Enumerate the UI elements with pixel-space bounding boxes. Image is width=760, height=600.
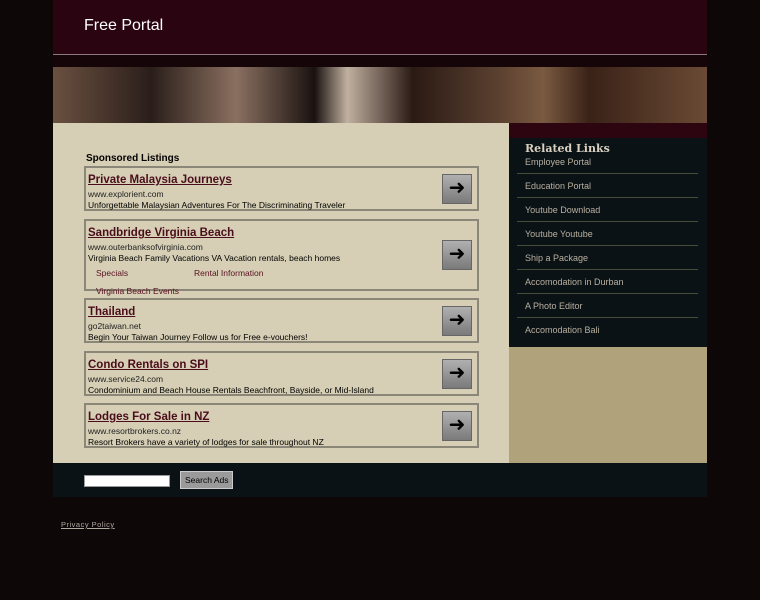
related-link[interactable]: Education Portal — [517, 179, 698, 198]
ad-listing: Thailand go2taiwan.net Begin Your Taiwan… — [84, 298, 479, 343]
ad-title-link[interactable]: Sandbridge Virginia Beach — [88, 227, 234, 239]
related-link[interactable]: A Photo Editor — [517, 299, 698, 318]
sponsored-listings: Sponsored Listings Private Malaysia Jour… — [53, 123, 509, 463]
banner-image — [53, 67, 707, 123]
ad-listing: Private Malaysia Journeys www.explorient… — [84, 166, 479, 211]
ad-url: www.resortbrokers.co.nz — [88, 426, 182, 436]
ad-description: Begin Your Taiwan Journey Follow us for … — [88, 332, 308, 342]
ad-title-link[interactable]: Lodges For Sale in NZ — [88, 411, 209, 423]
ad-description: Virginia Beach Family Vacations VA Vacat… — [88, 253, 341, 263]
ad-description: Unforgettable Malaysian Adventures For T… — [88, 200, 346, 210]
header-gap — [53, 55, 707, 67]
related-link[interactable]: Employee Portal — [517, 155, 698, 174]
ad-sublink[interactable]: Virginia Beach Events — [96, 286, 216, 296]
related-links: Related Links Employee Portal Education … — [509, 138, 707, 347]
arrow-right-icon[interactable]: ➜ — [442, 173, 472, 204]
ad-sublink[interactable]: Specials — [96, 268, 186, 278]
arrow-right-icon[interactable]: ➜ — [442, 305, 472, 336]
ad-title-link[interactable]: Thailand — [88, 306, 135, 318]
ad-url: go2taiwan.net — [88, 321, 141, 331]
arrow-right-icon[interactable]: ➜ — [442, 358, 472, 389]
related-link[interactable]: Ship a Package — [517, 251, 698, 270]
ad-title-link[interactable]: Condo Rentals on SPI — [88, 359, 208, 371]
ad-title-link[interactable]: Private Malaysia Journeys — [88, 174, 232, 186]
related-links-title: Related Links — [525, 142, 610, 155]
related-link[interactable]: Youtube Youtube — [517, 227, 698, 246]
ad-url: www.explorient.com — [88, 189, 164, 199]
sidebar-band — [509, 123, 707, 138]
search-input[interactable] — [84, 475, 170, 487]
ad-url: www.service24.com — [88, 374, 164, 384]
page-container: Free Portal Sponsored Listings Private M… — [53, 0, 707, 497]
search-bar: Search Ads — [53, 463, 707, 497]
related-link[interactable]: Youtube Download — [517, 203, 698, 222]
sidebar: Related Links Employee Portal Education … — [509, 123, 707, 463]
ad-description: Resort Brokers have a variety of lodges … — [88, 437, 324, 447]
ad-listing: Condo Rentals on SPI www.service24.com C… — [84, 351, 479, 396]
sponsored-title: Sponsored Listings — [86, 153, 180, 164]
ad-url: www.outerbanksofvirginia.com — [88, 242, 203, 252]
ad-listing: Lodges For Sale in NZ www.resortbrokers.… — [84, 403, 479, 448]
related-link[interactable]: Accomodation Bali — [517, 323, 698, 341]
ad-description: Condominium and Beach House Rentals Beac… — [88, 385, 374, 395]
arrow-right-icon[interactable]: ➜ — [442, 410, 472, 441]
ad-sublink[interactable]: Rental Information — [194, 268, 284, 278]
header: Free Portal — [53, 0, 707, 55]
search-ads-button[interactable]: Search Ads — [180, 471, 234, 489]
privacy-policy-link[interactable]: Privacy Policy — [61, 520, 115, 529]
related-link[interactable]: Accomodation in Durban — [517, 275, 698, 294]
arrow-right-icon[interactable]: ➜ — [442, 240, 472, 270]
site-title: Free Portal — [84, 17, 164, 34]
ad-listing: Sandbridge Virginia Beach www.outerbanks… — [84, 219, 479, 296]
